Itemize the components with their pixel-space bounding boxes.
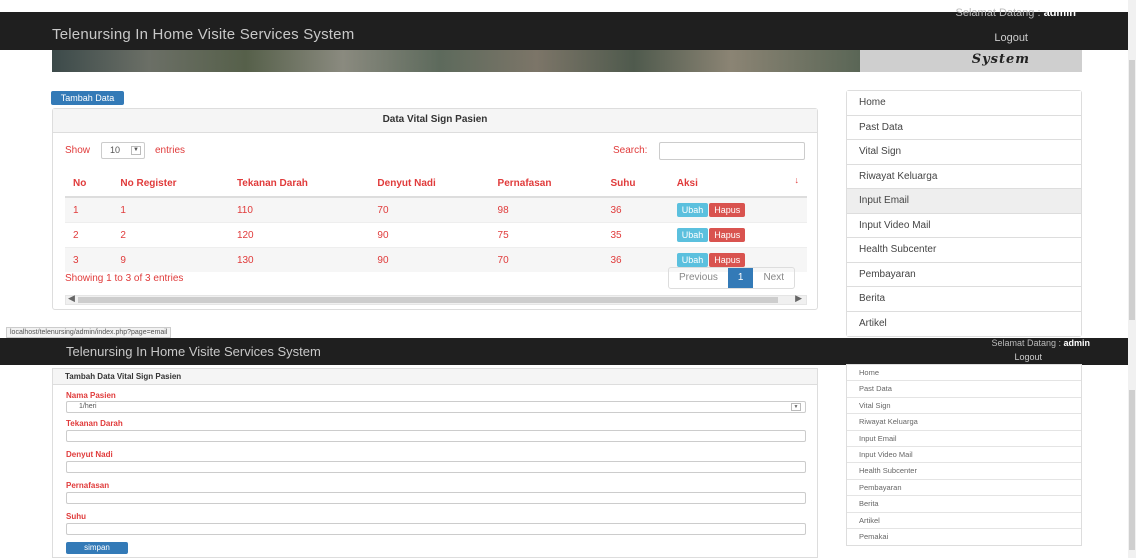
edit-button[interactable]: Ubah [676,228,709,242]
logout-link[interactable]: Logout [1014,352,1042,362]
search-input[interactable] [659,142,805,160]
edit-button[interactable]: Ubah [676,253,709,267]
sort-icon: ↓ [794,175,800,185]
chevron-down-icon: ▼ [791,403,801,411]
pagination: Previous 1 Next [667,267,795,289]
nama-pasien-label: Nama Pasien [66,391,116,400]
delete-button[interactable]: Hapus [709,253,746,267]
denyut-nadi-label: Denyut Nadi [66,450,113,459]
tekanan-darah-input[interactable] [66,430,806,442]
header-banner-side: System [860,50,1082,72]
save-button[interactable]: simpan [66,542,128,554]
username: admin [1043,7,1076,19]
column-header[interactable]: Denyut Nadi [369,171,490,198]
denyut-nadi-input[interactable] [66,461,806,473]
nama-pasien-select[interactable]: 1/heri ▼ [66,401,806,413]
panel-title: Data Vital Sign Pasien [53,109,817,133]
logout-link[interactable]: Logout [994,32,1028,44]
search-label: Search: [613,145,648,156]
vital-sign-panel: Data Vital Sign Pasien Show 10 ▼ entries… [52,108,818,310]
column-header[interactable]: Aksi ↓ [668,171,807,198]
sidebar-item-pembayaran[interactable]: Pembayaran [847,262,1081,287]
sidebar-item-artikel[interactable]: Artikel [847,512,1081,529]
sidebar-item-input-email[interactable]: Input Email [847,189,1081,214]
sidebar-item-past-data[interactable]: Past Data [847,115,1081,140]
delete-button[interactable]: Hapus [709,228,746,242]
page-1-button[interactable]: 1 [727,268,754,288]
sidebar-menu: Home Past Data Vital Sign Riwayat Keluar… [846,364,1082,547]
form-title: Tambah Data Vital Sign Pasien [53,369,817,385]
app-brand[interactable]: Telenursing In Home Visite Services Syst… [66,344,321,359]
entries-label: entries [155,145,186,156]
chevron-down-icon: ▼ [131,146,141,155]
sidebar-item-health-subcenter[interactable]: Health Subcenter [847,238,1081,263]
sidebar-item-pemakai[interactable]: Pemakai [847,528,1081,546]
suhu-label: Suhu [66,512,86,521]
sidebar-item-riwayat-keluarga[interactable]: Riwayat Keluarga [847,414,1081,431]
table-info: Showing 1 to 3 of 3 entries [65,273,184,284]
column-header[interactable]: Pernafasan [489,171,603,198]
sidebar-item-berita[interactable]: Berita [847,496,1081,513]
column-header[interactable]: Suhu [602,171,669,198]
add-vital-sign-screen: Telenursing In Home Visite Services Syst… [0,338,1136,558]
table-header-row: No No Register Tekanan Darah Denyut Nadi… [65,171,807,198]
pernafasan-input[interactable] [66,492,806,504]
welcome-text: Selamat Datang : admin [955,7,1076,19]
banner-logo-text: System [971,52,1030,67]
add-vital-sign-form: Tambah Data Vital Sign Pasien Nama Pasie… [52,368,818,558]
sidebar-item-vital-sign[interactable]: Vital Sign [847,140,1081,165]
scroll-right-icon[interactable]: ▶ [795,293,802,304]
sidebar-item-berita[interactable]: Berita [847,287,1081,312]
sidebar-item-input-email[interactable]: Input Email [847,430,1081,447]
show-label: Show [65,145,91,156]
username: admin [1063,338,1090,348]
table-row: 1 1 110 70 98 36 Ubah Hapus [65,196,807,223]
sidebar-item-artikel[interactable]: Artikel [847,311,1081,336]
column-header[interactable]: No Register [112,171,229,198]
sidebar-item-riwayat-keluarga[interactable]: Riwayat Keluarga [847,164,1081,189]
header-banner-image [52,50,860,72]
entries-select[interactable]: 10 ▼ [101,142,145,159]
scrollbar-thumb[interactable] [78,297,778,303]
vertical-scrollbar[interactable] [1128,0,1136,558]
column-header[interactable]: Tekanan Darah [228,171,370,198]
sidebar-menu: Home Past Data Vital Sign Riwayat Keluar… [846,90,1082,337]
delete-button[interactable]: Hapus [709,203,746,217]
sidebar-item-input-video-mail[interactable]: Input Video Mail [847,446,1081,464]
top-navbar: Telenursing In Home Visite Services Syst… [0,338,1128,365]
suhu-input[interactable] [66,523,806,535]
scrollbar-thumb[interactable] [1129,390,1135,550]
next-page-button[interactable]: Next [753,268,794,288]
horizontal-scrollbar[interactable]: ◀ ▶ [65,293,807,305]
vital-sign-list-screen: Telenursing In Home Visite Services Syst… [0,0,1136,338]
app-brand[interactable]: Telenursing In Home Visite Services Syst… [52,26,354,43]
column-header[interactable]: No [65,171,113,198]
table-row: 2 2 120 90 75 35 Ubah Hapus [65,222,807,248]
add-data-button[interactable]: Tambah Data [51,91,124,105]
pernafasan-label: Pernafasan [66,481,110,490]
sidebar-item-vital-sign[interactable]: Vital Sign [847,397,1081,415]
sidebar-item-home[interactable]: Home [847,91,1081,116]
sidebar-item-pembayaran[interactable]: Pembayaran [847,479,1081,497]
edit-button[interactable]: Ubah [676,203,709,217]
status-bar-url: localhost/telenursing/admin/index.php?pa… [6,327,172,338]
sidebar-item-health-subcenter[interactable]: Health Subcenter [847,463,1081,480]
tekanan-darah-label: Tekanan Darah [66,419,123,428]
top-navbar: Telenursing In Home Visite Services Syst… [0,7,1128,50]
scrollbar-thumb[interactable] [1129,60,1135,320]
sidebar-item-past-data[interactable]: Past Data [847,381,1081,398]
sidebar-item-input-video-mail[interactable]: Input Video Mail [847,213,1081,238]
scroll-left-icon[interactable]: ◀ [68,293,75,304]
previous-page-button[interactable]: Previous [669,268,728,288]
sidebar-item-home[interactable]: Home [847,365,1081,382]
welcome-text: Selamat Datang : admin [991,338,1090,348]
vital-sign-table: No No Register Tekanan Darah Denyut Nadi… [65,171,807,272]
